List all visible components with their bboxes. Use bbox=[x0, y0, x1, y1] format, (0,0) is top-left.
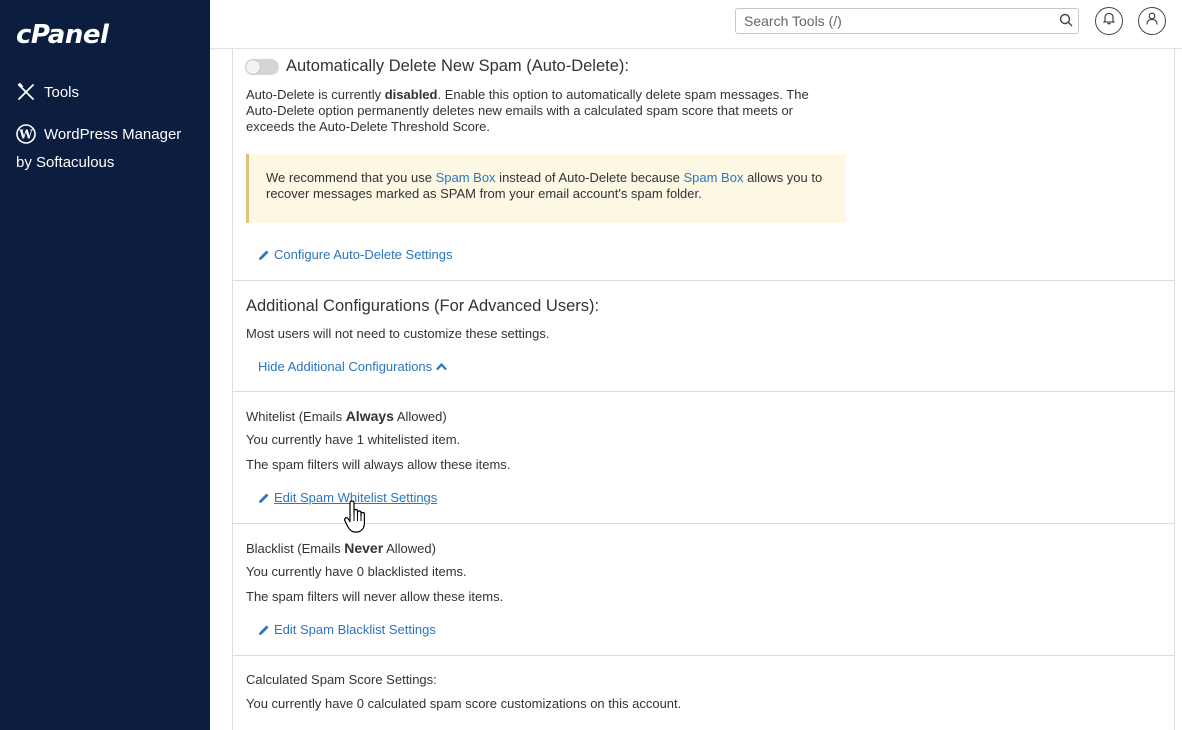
notifications-button[interactable] bbox=[1095, 7, 1123, 35]
status-text: disabled bbox=[384, 87, 438, 102]
blacklist-label: Blacklist (Emails Never Allowed) bbox=[246, 540, 436, 557]
alert-text: allows you to bbox=[743, 170, 823, 185]
link-label: Edit Spam Blacklist Settings bbox=[274, 622, 436, 637]
sidebar-item-wordpress-manager[interactable]: W WordPress Manager bbox=[16, 124, 181, 144]
whitelist-section: Whitelist (Emails Always Allowed) You cu… bbox=[233, 391, 1174, 524]
spam-score-section: Calculated Spam Score Settings: You curr… bbox=[233, 655, 1174, 730]
user-icon bbox=[1146, 12, 1158, 30]
chevron-up-icon bbox=[436, 362, 447, 371]
pencil-icon bbox=[258, 624, 270, 636]
label-text: Allowed) bbox=[383, 541, 436, 556]
whitelist-label: Whitelist (Emails Always Allowed) bbox=[246, 408, 447, 425]
search-icon[interactable] bbox=[1059, 13, 1075, 29]
sidebar-item-tools[interactable]: Tools bbox=[16, 82, 79, 102]
additional-config-description: Most users will not need to customize th… bbox=[246, 326, 550, 341]
desc-text: Auto-Delete is currently bbox=[246, 87, 385, 102]
link-label: Configure Auto-Delete Settings bbox=[274, 247, 453, 262]
spam-box-link[interactable]: Spam Box bbox=[436, 170, 496, 185]
edit-blacklist-link[interactable]: Edit Spam Blacklist Settings bbox=[258, 622, 436, 637]
auto-delete-toggle[interactable] bbox=[245, 59, 279, 75]
desc-text: . Enable this option to automatically de… bbox=[437, 87, 809, 102]
additional-config-title: Additional Configurations (For Advanced … bbox=[246, 297, 600, 315]
auto-delete-description: Auto-Delete is currently disabled. Enabl… bbox=[246, 87, 836, 135]
blacklist-description: The spam filters will never allow these … bbox=[246, 589, 504, 604]
tools-icon bbox=[16, 82, 36, 102]
label-emphasis: Always bbox=[345, 408, 394, 424]
main-content: Automatically Delete New Spam (Auto-Dele… bbox=[232, 49, 1175, 730]
search-input[interactable] bbox=[735, 8, 1079, 34]
label-text: Whitelist (Emails bbox=[246, 409, 346, 424]
link-label: Hide Additional Configurations bbox=[258, 359, 433, 374]
spam-box-link[interactable]: Spam Box bbox=[683, 170, 743, 185]
pencil-icon bbox=[258, 249, 270, 261]
bell-icon bbox=[1102, 12, 1116, 30]
auto-delete-section: Automatically Delete New Spam (Auto-Dele… bbox=[233, 49, 1174, 281]
sidebar-item-sublabel[interactable]: by Softaculous bbox=[16, 154, 114, 171]
configure-auto-delete-link[interactable]: Configure Auto-Delete Settings bbox=[258, 247, 453, 262]
additional-config-section: Additional Configurations (For Advanced … bbox=[233, 280, 1174, 392]
desc-text: exceeds the Auto-Delete Threshold Score. bbox=[246, 119, 491, 134]
alert-text: instead of Auto-Delete because bbox=[495, 170, 684, 185]
recommendation-alert: We recommend that you use Spam Box inste… bbox=[246, 154, 846, 223]
desc-text: Auto-Delete option permanently deletes n… bbox=[246, 103, 794, 118]
svg-text:W: W bbox=[18, 128, 33, 142]
edit-whitelist-link[interactable]: Edit Spam Whitelist Settings bbox=[258, 490, 437, 505]
auto-delete-title: Automatically Delete New Spam (Auto-Dele… bbox=[286, 57, 629, 75]
spam-score-title: Calculated Spam Score Settings: bbox=[246, 672, 437, 687]
sidebar-item-label: Tools bbox=[44, 83, 80, 101]
user-menu-button[interactable] bbox=[1138, 7, 1166, 35]
whitelist-description: The spam filters will always allow these… bbox=[246, 457, 511, 472]
hide-additional-config-link[interactable]: Hide Additional Configurations bbox=[258, 359, 447, 374]
cpanel-logo[interactable]: cPanel bbox=[16, 20, 109, 50]
alert-text: recover messages marked as SPAM from you… bbox=[266, 186, 702, 201]
sidebar: cPanel Tools W WordPress Manager by Soft… bbox=[0, 0, 210, 730]
blacklist-section: Blacklist (Emails Never Allowed) You cur… bbox=[233, 523, 1174, 656]
label-emphasis: Never bbox=[344, 540, 384, 556]
whitelist-count: You currently have 1 whitelisted item. bbox=[246, 432, 461, 447]
spam-score-description: You currently have 0 calculated spam sco… bbox=[246, 696, 682, 711]
wordpress-icon: W bbox=[16, 124, 36, 144]
label-text: Allowed) bbox=[393, 409, 447, 424]
blacklist-count: You currently have 0 blacklisted items. bbox=[246, 564, 467, 579]
alert-text: We recommend that you use bbox=[266, 170, 436, 185]
top-bar bbox=[210, 0, 1182, 49]
link-label: Edit Spam Whitelist Settings bbox=[274, 490, 438, 505]
label-text: Blacklist (Emails bbox=[246, 541, 345, 556]
sidebar-item-label: WordPress Manager bbox=[44, 125, 182, 143]
pencil-icon bbox=[258, 492, 270, 504]
